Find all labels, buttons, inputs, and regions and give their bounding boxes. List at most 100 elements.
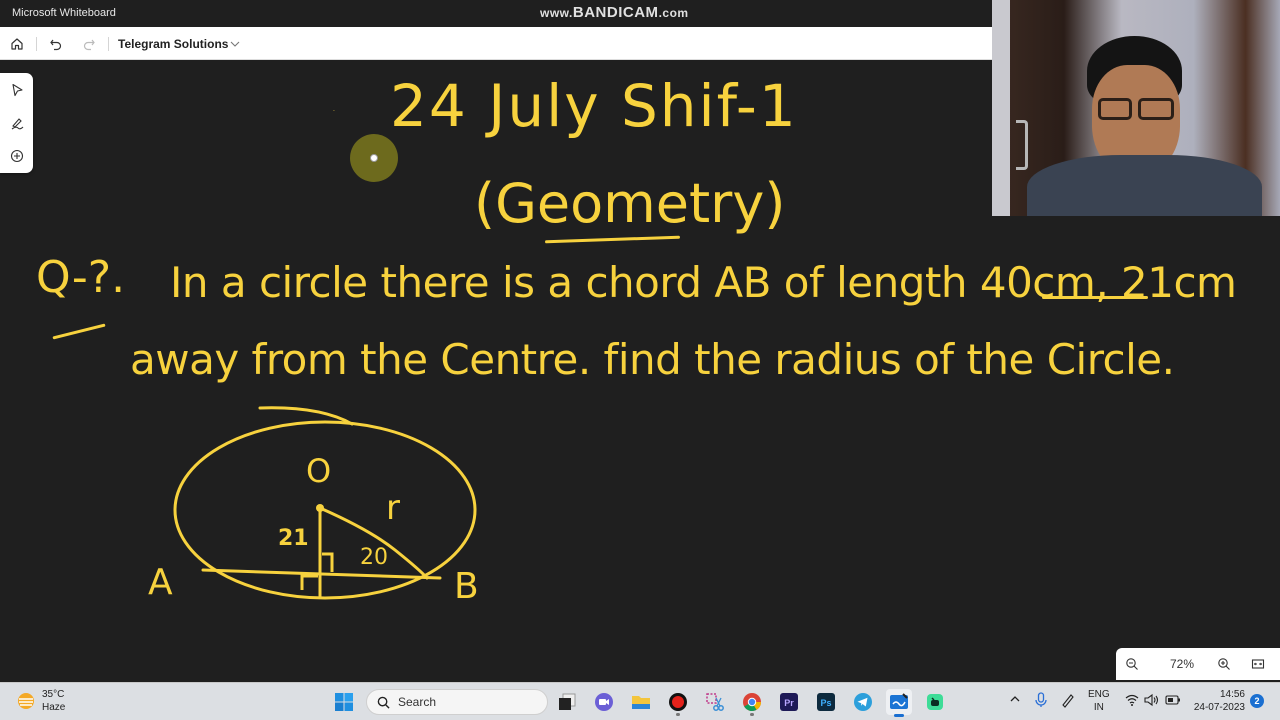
weather-description: Haze: [42, 702, 66, 713]
tool-palette: [0, 73, 33, 173]
windows-logo-icon: [335, 693, 353, 711]
fit-to-screen-icon: [1251, 659, 1265, 669]
weather-temperature: 35°C: [42, 689, 65, 700]
pen-menu-button[interactable]: [1060, 692, 1076, 711]
question-text-line1: In a circle there is a chord AB of lengt…: [170, 258, 1237, 307]
pen-tray-icon: [1062, 694, 1074, 708]
toolbar-divider: [108, 37, 109, 51]
taskbar-app-premiere-pro[interactable]: Pr: [776, 689, 802, 715]
chevron-up-icon: [1010, 696, 1020, 702]
board-name[interactable]: Telegram Solutions: [118, 37, 228, 51]
taskbar-app-telegram[interactable]: [850, 689, 876, 715]
microphone-button[interactable]: [1034, 692, 1048, 711]
question-text-line2: away from the Centre. find the radius of…: [130, 335, 1175, 384]
taskbar-app-task-view[interactable]: [554, 689, 580, 715]
point-b-label: B: [454, 566, 479, 607]
undo-button[interactable]: [46, 34, 66, 54]
speaker-icon: [1144, 693, 1159, 707]
glasses-right: [1138, 98, 1174, 120]
premiere-pro-icon: Pr: [780, 693, 798, 711]
redo-icon: [83, 39, 95, 51]
fit-to-screen-button[interactable]: [1250, 656, 1266, 672]
taskbar-app-file-explorer[interactable]: [628, 689, 654, 715]
insert-button[interactable]: [8, 147, 26, 165]
circle-chord-diagram: [173, 406, 477, 600]
svg-text:Pr: Pr: [784, 698, 794, 708]
taskbar-app-chrome[interactable]: [739, 689, 765, 716]
record-icon: [669, 693, 687, 711]
right-angle-mark-lower: [300, 574, 318, 590]
taskbar: 35°C Haze Search Pr Ps ENG IN 14:56 24-0…: [0, 682, 1280, 720]
taskbar-app-photoshop[interactable]: Ps: [813, 689, 839, 715]
zoom-controls: 72%: [1116, 648, 1280, 680]
folder-icon: [632, 696, 650, 709]
weather-widget[interactable]: 35°C Haze: [16, 688, 65, 714]
start-button[interactable]: [331, 689, 357, 715]
clock-time: 14:56: [1219, 689, 1245, 700]
volume-button[interactable]: [1144, 693, 1160, 710]
board-toolbar: Telegram Solutions: [0, 27, 992, 60]
taskbar-search[interactable]: Search: [366, 689, 548, 715]
show-hidden-icons-button[interactable]: [1009, 693, 1021, 708]
clock-date: 24-07-2023: [1193, 702, 1245, 713]
home-button[interactable]: [7, 34, 27, 54]
person-shirt: [1027, 155, 1262, 216]
taskbar-app-bandicam[interactable]: [665, 689, 691, 716]
board-menu-button[interactable]: [229, 37, 241, 55]
video-call-icon: [595, 693, 613, 711]
ink-dot: ·: [333, 108, 335, 115]
select-tool-button[interactable]: [8, 81, 26, 99]
toolbar-divider: [36, 37, 37, 51]
home-icon: [11, 38, 23, 50]
heading-date: 24 July Shif-1: [390, 72, 798, 140]
zoom-in-button[interactable]: [1216, 656, 1232, 672]
center-label: O: [306, 452, 332, 490]
taskbar-app-copilot[interactable]: [922, 689, 948, 715]
redo-button[interactable]: [79, 34, 99, 54]
region-code: IN: [1093, 702, 1104, 713]
taskbar-app-whiteboard[interactable]: [886, 689, 912, 717]
watermark-prefix: www.: [540, 6, 573, 20]
pen-icon: [11, 118, 24, 130]
glasses-left: [1098, 98, 1132, 120]
cursor-icon: [12, 83, 23, 97]
question-label: Q-?.: [36, 252, 126, 303]
chord-length-underline: [1042, 296, 1148, 299]
whiteboard-icon: [890, 693, 908, 709]
notification-badge[interactable]: 2: [1250, 694, 1264, 708]
point-a-label: A: [148, 562, 173, 603]
plus-circle-icon: [10, 149, 24, 163]
radius-label: r: [386, 488, 400, 528]
zoom-in-icon: [1218, 658, 1230, 670]
taskbar-app-snipping-tool[interactable]: [702, 689, 728, 715]
recorder-watermark: www.BANDICAM.com: [540, 4, 689, 21]
running-indicator: [676, 713, 680, 716]
webcam-wall: [992, 0, 1010, 216]
telegram-icon: [854, 693, 872, 711]
svg-text:Ps: Ps: [820, 698, 831, 708]
language-indicator[interactable]: ENG IN: [1088, 688, 1110, 714]
search-placeholder: Search: [398, 695, 437, 709]
chrome-icon: [743, 693, 761, 712]
battery-icon: [1165, 695, 1180, 705]
app-title: Microsoft Whiteboard: [12, 7, 116, 19]
watermark-suffix: .com: [658, 6, 689, 20]
zoom-level: 72%: [1169, 657, 1195, 671]
half-chord-length-label: 20: [360, 545, 388, 570]
haze-weather-icon: [18, 693, 34, 709]
laser-pointer-cursor: [350, 134, 398, 182]
ink-tool-button[interactable]: [8, 114, 26, 132]
language-code: ENG: [1088, 689, 1110, 700]
center-point: [316, 504, 324, 512]
clock[interactable]: 14:56 24-07-2023: [1190, 688, 1245, 714]
search-icon: [377, 696, 390, 709]
active-indicator: [894, 714, 904, 717]
task-view-icon: [559, 693, 576, 710]
photoshop-icon: Ps: [817, 693, 835, 711]
watermark-brand: BANDICAM: [572, 4, 659, 21]
network-button[interactable]: [1125, 694, 1139, 709]
battery-button[interactable]: [1165, 695, 1181, 708]
perpendicular-length-label: 21: [278, 526, 309, 551]
zoom-out-button[interactable]: [1124, 656, 1140, 672]
taskbar-app-meet[interactable]: [591, 689, 617, 715]
